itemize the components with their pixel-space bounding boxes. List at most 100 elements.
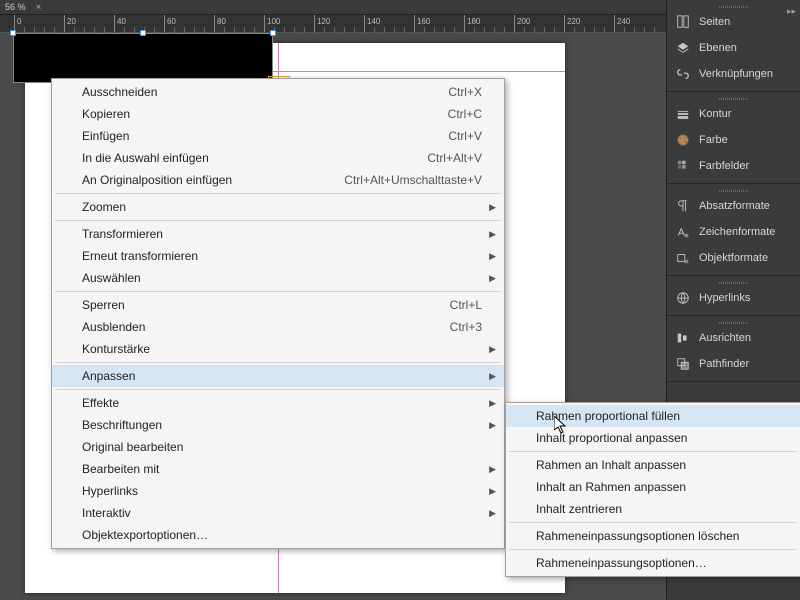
panel-group: Kontur Farbe Farbfelder	[667, 92, 800, 184]
horizontal-ruler: 020406080100120140160180200220240	[0, 15, 666, 33]
panel-group: Hyperlinks	[667, 276, 800, 316]
submenu-item-6[interactable]: Rahmeneinpassungsoptionen…	[506, 552, 800, 574]
context-submenu-anpassen: Rahmen proportional füllen Inhalt proport…	[505, 402, 800, 577]
align-icon	[675, 330, 691, 346]
objstyle-icon	[675, 250, 691, 266]
menu-item-label: Sperren	[82, 298, 125, 312]
panel-absatzformate[interactable]: Absatzformate	[667, 193, 800, 219]
menu-item-0[interactable]: AusschneidenCtrl+X	[52, 81, 504, 103]
menu-item-1[interactable]: KopierenCtrl+C	[52, 103, 504, 125]
panel-collapse-icon[interactable]: ▸▸	[787, 6, 796, 17]
submenu-arrow-icon: ▶	[489, 273, 496, 284]
menu-item-label: Beschriftungen	[82, 418, 162, 432]
submenu-arrow-icon: ▶	[489, 398, 496, 409]
placed-image-frame[interactable]	[13, 33, 273, 83]
panel-label: Absatzformate	[699, 200, 770, 212]
panel-label: Farbe	[699, 134, 728, 146]
panel-kontur[interactable]: Kontur	[667, 101, 800, 127]
menu-item-label: Rahmeneinpassungsoptionen…	[536, 556, 707, 570]
stroke-icon	[675, 106, 691, 122]
submenu-arrow-icon: ▶	[489, 464, 496, 475]
menu-item-label: Bearbeiten mit	[82, 462, 159, 476]
panel-pathfinder[interactable]: Pathfinder	[667, 351, 800, 377]
links-icon	[675, 66, 691, 82]
menu-item-label: Effekte	[82, 396, 119, 410]
menu-item-shortcut: Ctrl+Alt+V	[427, 151, 482, 165]
menu-item-3[interactable]: In die Auswahl einfügenCtrl+Alt+V	[52, 147, 504, 169]
menu-item-label: Anpassen	[82, 369, 135, 383]
menu-item-label: Inhalt zentrieren	[536, 502, 622, 516]
menu-item-18[interactable]: Interaktiv▶	[52, 502, 504, 524]
menu-item-label: Einfügen	[82, 129, 129, 143]
menu-item-4[interactable]: An Originalposition einfügenCtrl+Alt+Ums…	[52, 169, 504, 191]
panel-label: Objektformate	[699, 252, 768, 264]
submenu-item-0[interactable]: Rahmen proportional füllen	[506, 405, 800, 427]
pathfinder-icon	[675, 356, 691, 372]
menu-item-13[interactable]: Effekte ▶	[52, 392, 504, 414]
color-icon	[675, 132, 691, 148]
panel-objektformate[interactable]: Objektformate	[667, 245, 800, 271]
submenu-arrow-icon: ▶	[489, 344, 496, 355]
menu-item-shortcut: Ctrl+V	[448, 129, 482, 143]
parastyle-icon	[675, 198, 691, 214]
menu-item-7[interactable]: Erneut transformieren▶	[52, 245, 504, 267]
menu-item-label: Zoomen	[82, 200, 126, 214]
panel-label: Farbfelder	[699, 160, 749, 172]
menu-item-9[interactable]: Sperren Ctrl+L	[52, 294, 504, 316]
menu-item-17[interactable]: Hyperlinks ▶	[52, 480, 504, 502]
submenu-arrow-icon: ▶	[489, 420, 496, 431]
menu-item-5[interactable]: Zoomen ▶	[52, 196, 504, 218]
panel-ebenen[interactable]: Ebenen	[667, 35, 800, 61]
menu-item-19[interactable]: Objektexportoptionen…	[52, 524, 504, 546]
tab-close-icon[interactable]: ×	[36, 2, 42, 13]
menu-item-6[interactable]: Transformieren▶	[52, 223, 504, 245]
menu-item-11[interactable]: Konturstärke ▶	[52, 338, 504, 360]
menu-item-shortcut: Ctrl+3	[450, 320, 482, 334]
panel-label: Kontur	[699, 108, 731, 120]
menu-item-shortcut: Ctrl+Alt+Umschalttaste+V	[344, 173, 482, 187]
submenu-item-1[interactable]: Inhalt proportional anpassen	[506, 427, 800, 449]
menu-item-label: Konturstärke	[82, 342, 150, 356]
menu-item-10[interactable]: Ausblenden Ctrl+3	[52, 316, 504, 338]
zoom-level: 56 %	[5, 2, 26, 12]
menu-item-label: Inhalt proportional anpassen	[536, 431, 687, 445]
menu-item-label: Ausschneiden	[82, 85, 157, 99]
menu-item-14[interactable]: Beschriftungen ▶	[52, 414, 504, 436]
panel-hyperlinks[interactable]: Hyperlinks	[667, 285, 800, 311]
submenu-arrow-icon: ▶	[489, 251, 496, 262]
panel-label: Zeichenformate	[699, 226, 775, 238]
menu-item-16[interactable]: Bearbeiten mit ▶	[52, 458, 504, 480]
panel-label: Ausrichten	[699, 332, 751, 344]
context-menu: AusschneidenCtrl+XKopierenCtrl+CEinfügen…	[51, 78, 505, 549]
panel-verknuepfungen[interactable]: Verknüpfungen	[667, 61, 800, 87]
layers-icon	[675, 40, 691, 56]
submenu-arrow-icon: ▶	[489, 486, 496, 497]
submenu-item-4[interactable]: Inhalt zentrieren	[506, 498, 800, 520]
submenu-item-2[interactable]: Rahmen an Inhalt anpassen	[506, 454, 800, 476]
menu-item-label: Inhalt an Rahmen anpassen	[536, 480, 686, 494]
panel-farbe[interactable]: Farbe	[667, 127, 800, 153]
menu-item-label: Hyperlinks	[82, 484, 138, 498]
menu-item-2[interactable]: Einfügen Ctrl+V	[52, 125, 504, 147]
menu-item-shortcut: Ctrl+L	[450, 298, 482, 312]
panel-seiten[interactable]: Seiten	[667, 9, 800, 35]
submenu-item-3[interactable]: Inhalt an Rahmen anpassen	[506, 476, 800, 498]
menu-item-label: Rahmen proportional füllen	[536, 409, 680, 423]
pages-icon	[675, 14, 691, 30]
menu-item-12[interactable]: Anpassen▶	[52, 365, 504, 387]
menu-item-label: Rahmeneinpassungsoptionen löschen	[536, 529, 739, 543]
submenu-item-5[interactable]: Rahmeneinpassungsoptionen löschen	[506, 525, 800, 547]
hyperlink-icon	[675, 290, 691, 306]
menu-item-label: Transformieren	[82, 227, 163, 241]
submenu-arrow-icon: ▶	[489, 202, 496, 213]
menu-item-15[interactable]: Original bearbeiten	[52, 436, 504, 458]
panel-ausrichten[interactable]: Ausrichten	[667, 325, 800, 351]
charstyle-icon: A	[675, 224, 691, 240]
panel-zeichenformate[interactable]: A Zeichenformate	[667, 219, 800, 245]
panel-label: Ebenen	[699, 42, 737, 54]
svg-text:A: A	[678, 227, 685, 239]
menu-item-8[interactable]: Auswählen▶	[52, 267, 504, 289]
panel-farbfelder[interactable]: Farbfelder	[667, 153, 800, 179]
menu-item-label: Ausblenden	[82, 320, 145, 334]
panel-group: Ausrichten Pathfinder	[667, 316, 800, 382]
